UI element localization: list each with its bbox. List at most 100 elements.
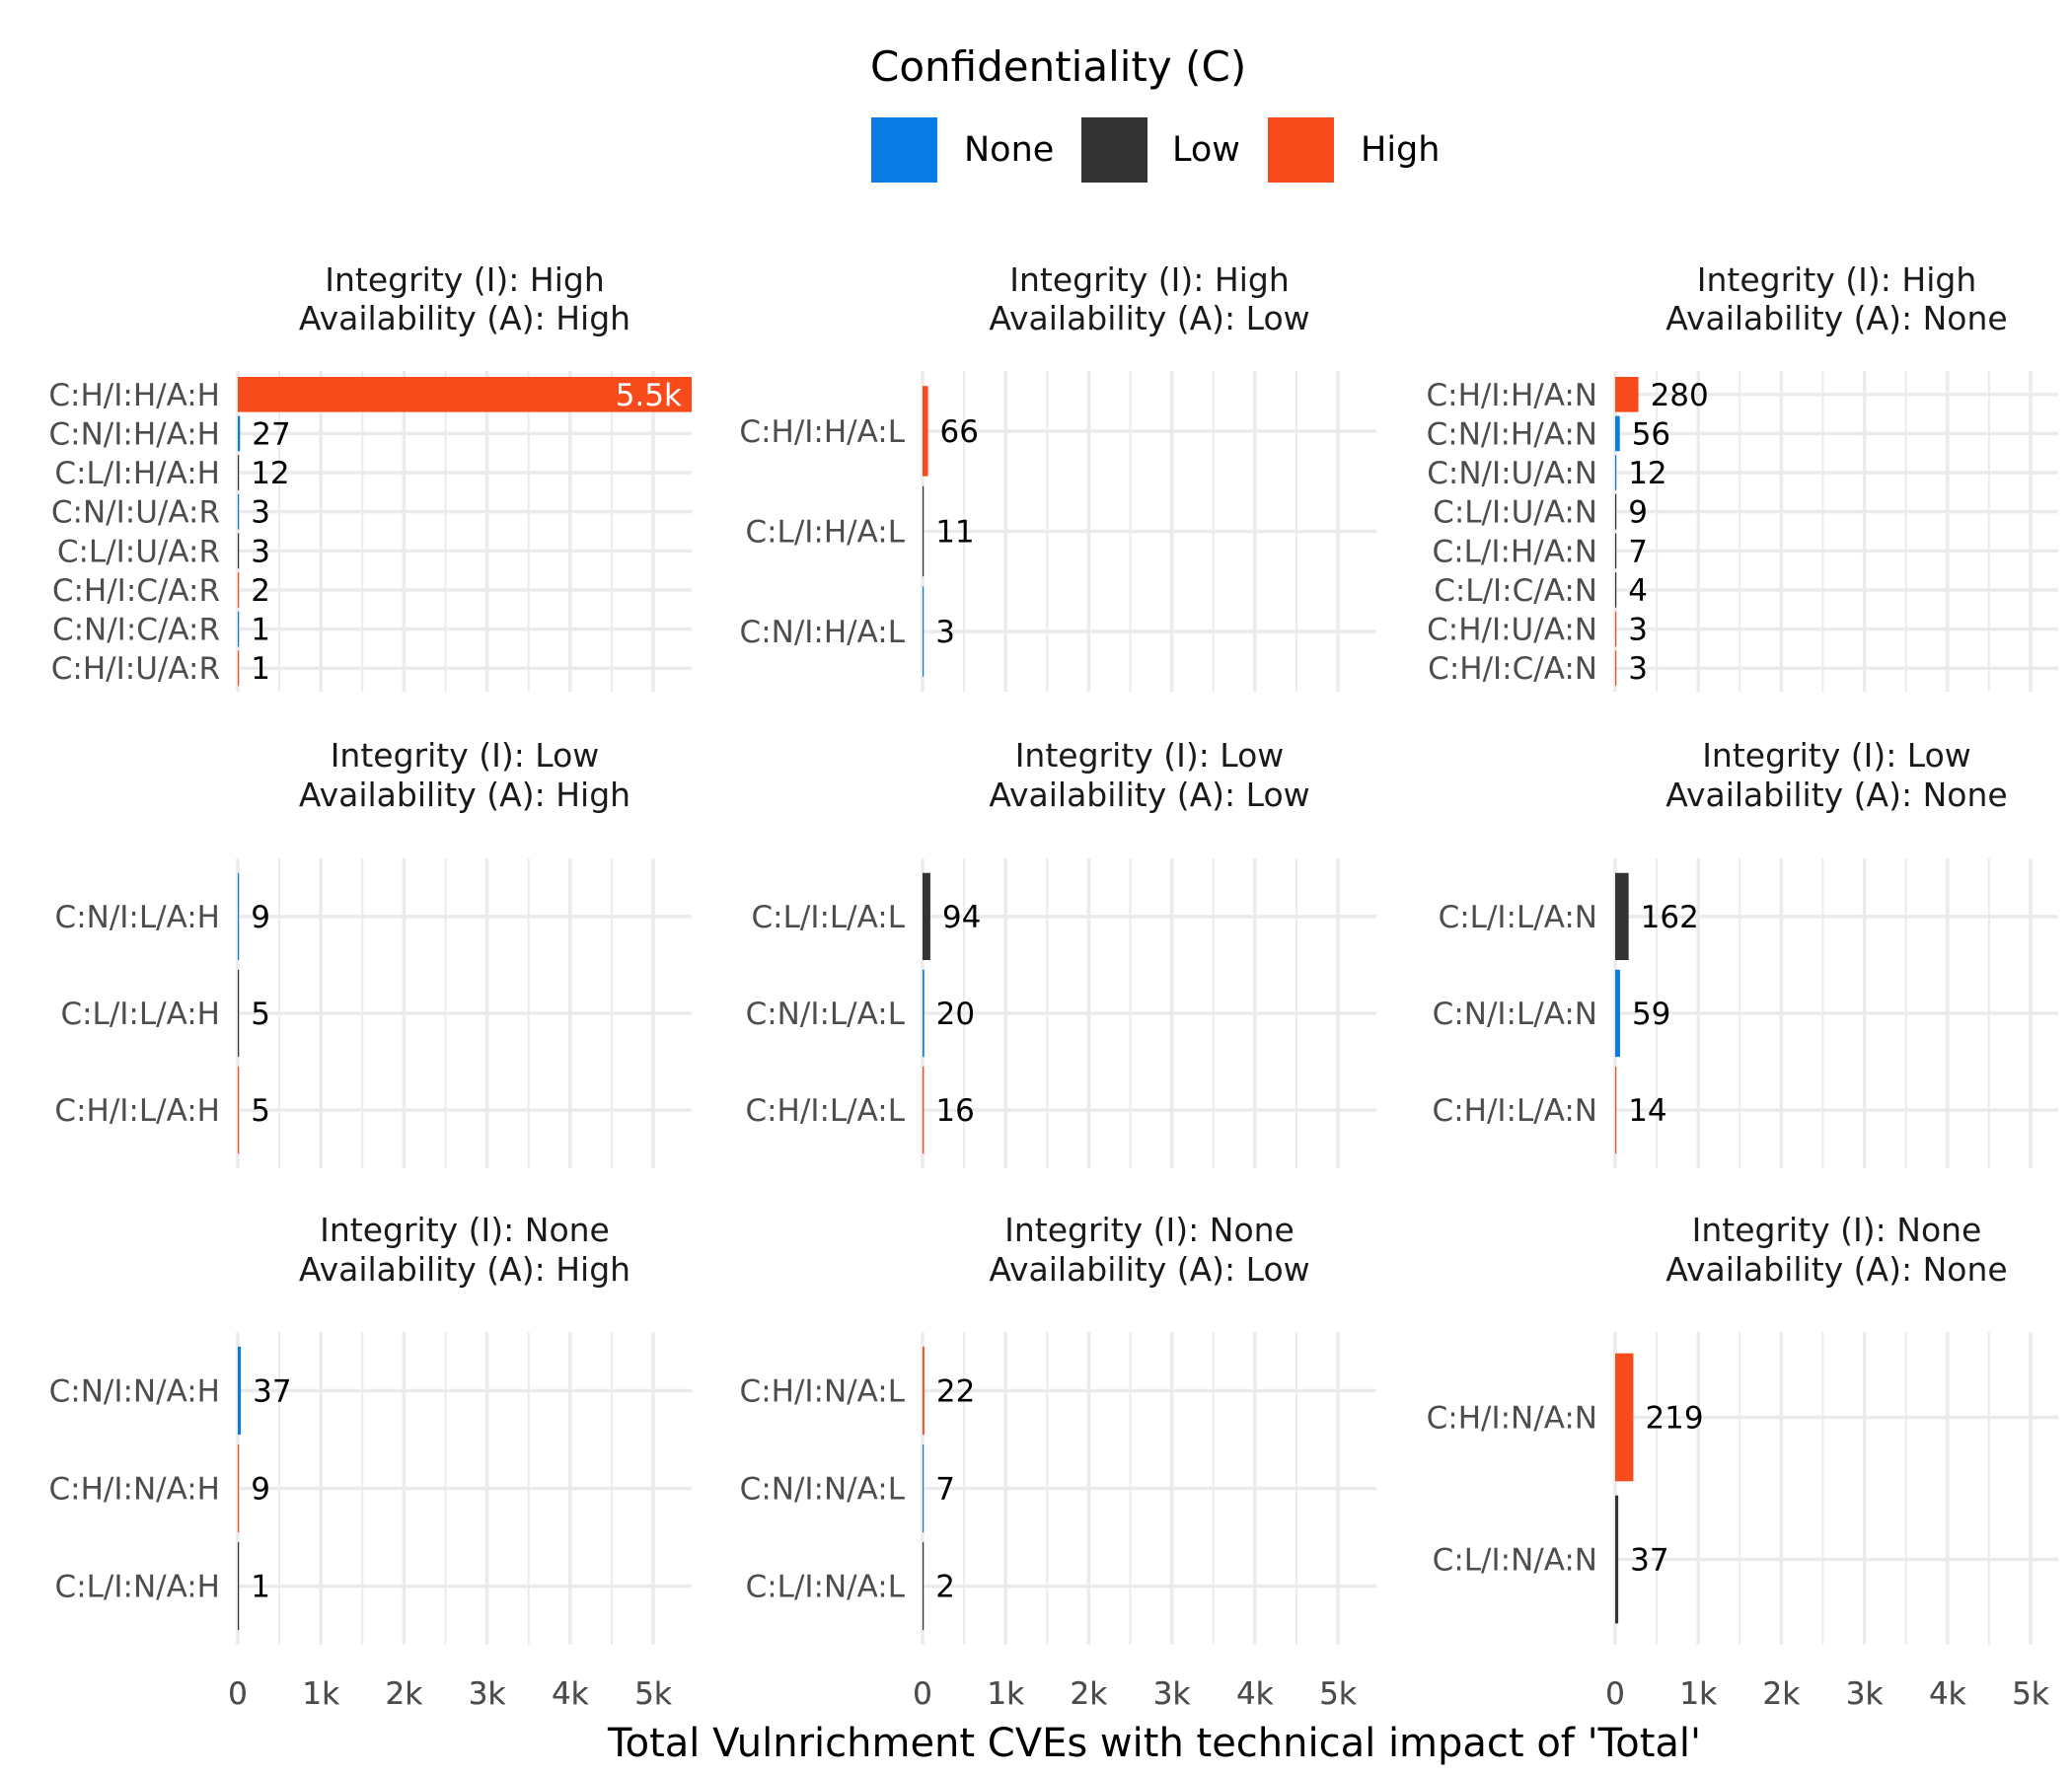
bar <box>923 1066 925 1154</box>
facet-panels: Integrity (I): HighAvailability (A): Hig… <box>48 260 2058 1712</box>
y-tick-label: C:N/I:L/A:H <box>55 900 220 935</box>
bar-value-label: 37 <box>1630 1543 1668 1579</box>
x-tick-label: 1k <box>987 1676 1024 1712</box>
bar <box>1615 376 1639 412</box>
strip-label-availability: Availability (A): None <box>1665 776 2007 814</box>
bar <box>1615 455 1617 490</box>
y-tick-label: C:H/I:C/A:N <box>1428 651 1597 687</box>
bar-value-label: 9 <box>251 900 270 935</box>
y-tick-label: C:L/I:H/A:H <box>54 456 220 491</box>
facet-panel: Integrity (I): HighAvailability (A): Non… <box>1427 260 2058 1712</box>
bar-value-label: 1 <box>251 613 270 648</box>
bar-value-label: 280 <box>1651 378 1709 413</box>
bar-value-label: 5 <box>251 1093 270 1129</box>
bar <box>1615 1495 1619 1624</box>
bar-value-label: 12 <box>1628 456 1666 491</box>
bar <box>923 586 925 677</box>
bar-value-label: 59 <box>1632 997 1670 1032</box>
strip-label-availability: Availability (A): None <box>1665 299 2007 337</box>
bar <box>238 533 240 569</box>
strip-label-integrity: Integrity (I): High <box>325 260 604 299</box>
bar-value-label: 27 <box>252 416 290 452</box>
strip-label-integrity: Integrity (I): High <box>1009 260 1289 299</box>
x-tick-label: 3k <box>1846 1676 1884 1712</box>
x-tick-label: 4k <box>552 1676 589 1712</box>
bar-value-label: 1 <box>251 651 270 687</box>
legend-key-high <box>1268 117 1334 183</box>
y-tick-label: C:L/I:N/A:L <box>746 1570 906 1605</box>
y-tick-label: C:L/I:C/A:N <box>1434 573 1597 609</box>
y-tick-label: C:H/I:U/A:N <box>1427 613 1597 648</box>
y-tick-label: C:H/I:L/A:N <box>1433 1093 1597 1129</box>
y-tick-label: C:H/I:L/A:H <box>54 1093 220 1129</box>
bar <box>923 872 930 961</box>
bar <box>1615 650 1617 687</box>
strip-label-integrity: Integrity (I): None <box>1692 1211 1982 1249</box>
y-tick-label: C:L/I:L/A:H <box>60 997 220 1032</box>
y-tick-label: C:N/I:C/A:R <box>52 613 220 648</box>
y-tick-label: C:H/I:H/A:H <box>48 378 220 413</box>
strip-label-availability: Availability (A): None <box>1665 1250 2007 1289</box>
facet-panel: Integrity (I): NoneAvailability (A): Non… <box>1427 1211 2058 1712</box>
bar-value-label: 56 <box>1632 416 1670 452</box>
bar-value-label: 3 <box>1628 613 1648 648</box>
strip-label-availability: Availability (A): High <box>299 299 630 337</box>
bar-value-label: 219 <box>1645 1400 1703 1436</box>
bar-value-label: 66 <box>940 414 979 450</box>
y-tick-label: C:L/I:L/A:N <box>1439 900 1597 935</box>
bar-value-label: 5.5k <box>616 378 682 413</box>
bar <box>238 1541 240 1631</box>
bar <box>238 611 240 647</box>
faceted-bar-chart: Confidentiality (C) None Low High Integrit… <box>48 42 2058 1766</box>
legend: Confidentiality (C) None Low High <box>870 42 1440 183</box>
y-tick-label: C:L/I:H/A:N <box>1433 534 1597 569</box>
bar <box>238 650 240 687</box>
x-tick-label: 4k <box>1929 1676 1966 1712</box>
bar-value-label: 9 <box>1628 495 1648 531</box>
bar-value-label: 1 <box>251 1570 270 1605</box>
strip-label-integrity: Integrity (I): High <box>1697 260 1976 299</box>
bar-value-label: 5 <box>251 997 270 1032</box>
bar <box>238 872 240 961</box>
y-tick-label: C:L/I:N/A:N <box>1433 1543 1597 1579</box>
legend-key-none <box>871 117 937 183</box>
x-tick-label: 5k <box>634 1676 672 1712</box>
bar <box>1615 493 1617 530</box>
x-tick-label: 5k <box>1319 1676 1357 1712</box>
facet-panel: Integrity (I): NoneAvailability (A): Hig… <box>49 1211 692 1712</box>
y-tick-label: C:H/I:C/A:R <box>52 573 220 609</box>
bar-value-label: 9 <box>251 1472 270 1508</box>
bar-value-label: 3 <box>251 534 270 569</box>
bar <box>923 969 925 1058</box>
strip-label-integrity: Integrity (I): None <box>320 1211 610 1249</box>
y-tick-label: C:N/I:H/A:L <box>740 615 906 650</box>
strip-label-integrity: Integrity (I): Low <box>331 736 600 775</box>
bar <box>1615 969 1620 1058</box>
x-tick-label: 0 <box>228 1676 248 1712</box>
y-tick-label: C:L/I:N/A:H <box>55 1570 220 1605</box>
legend-label-none: None <box>964 130 1054 170</box>
bar-value-label: 7 <box>1628 534 1648 569</box>
y-tick-label: C:H/I:H/A:N <box>1427 378 1597 413</box>
bar-value-label: 22 <box>936 1373 975 1409</box>
bar <box>1615 415 1620 452</box>
strip-label-availability: Availability (A): High <box>299 776 630 814</box>
x-tick-label: 4k <box>1236 1676 1274 1712</box>
bar-value-label: 11 <box>935 515 974 551</box>
x-tick-label: 1k <box>302 1676 339 1712</box>
bar <box>238 455 240 490</box>
legend-entries: None Low High <box>871 117 1440 183</box>
y-tick-label: C:H/I:N/A:N <box>1427 1400 1597 1436</box>
y-tick-label: C:N/I:U/A:R <box>51 495 220 531</box>
y-tick-label: C:L/I:U/A:R <box>57 534 220 569</box>
bar <box>1615 872 1629 961</box>
legend-label-low: Low <box>1172 130 1240 170</box>
bar-value-label: 2 <box>251 573 270 609</box>
y-tick-label: C:N/I:H/A:N <box>1427 416 1597 452</box>
bar <box>923 1443 925 1533</box>
bar-value-label: 16 <box>935 1093 974 1129</box>
strip-label-integrity: Integrity (I): Low <box>1015 736 1285 775</box>
bar <box>1615 1066 1617 1154</box>
bar-value-label: 94 <box>942 900 981 935</box>
bar-value-label: 3 <box>1628 651 1648 687</box>
